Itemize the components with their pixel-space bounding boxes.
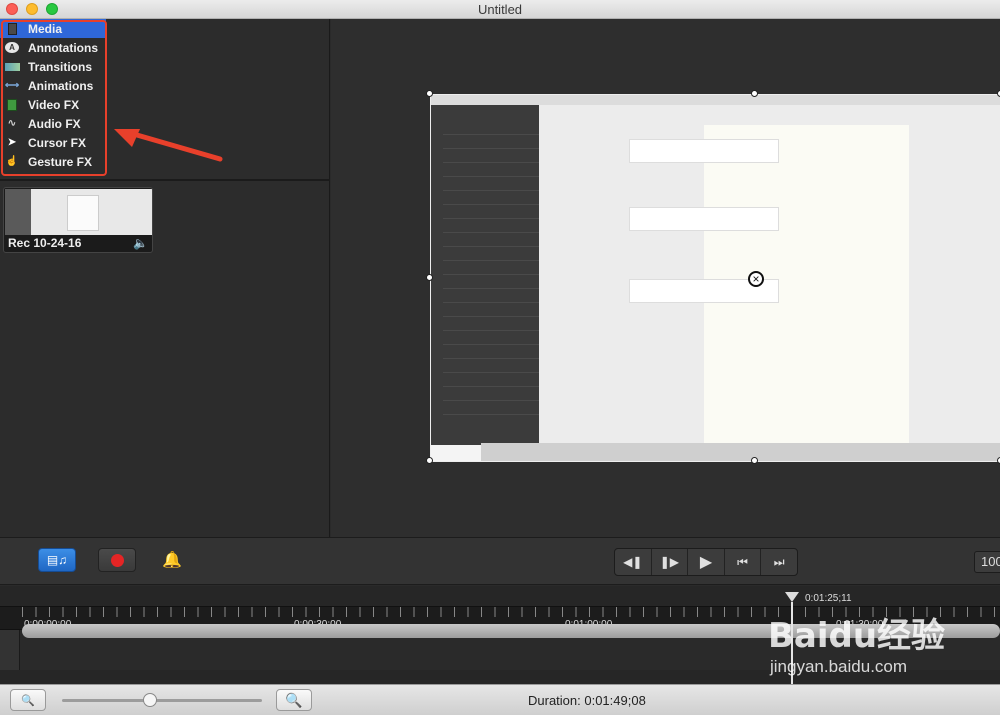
video-fx-icon — [4, 98, 20, 112]
clip-label: Rec 10-24-16 — [8, 236, 82, 250]
library-item-animations[interactable]: ⟷ Animations — [0, 76, 106, 95]
rewind-icon: ⏮ — [737, 554, 748, 569]
timeline-zoom-slider[interactable] — [62, 699, 262, 702]
library-item-media[interactable]: Media — [0, 19, 106, 38]
library-item-annotations[interactable]: A Annotations — [0, 38, 106, 57]
library-item-label: Audio FX — [28, 116, 81, 131]
library-item-audio-fx[interactable]: ∿ Audio FX — [0, 114, 106, 133]
media-library-icon: ▤♫ — [46, 553, 68, 567]
window-title: Untitled — [477, 2, 523, 17]
gesture-fx-icon: ☝ — [5, 156, 19, 167]
duration-label: Duration: 0:01:49;08 — [528, 693, 646, 708]
bottom-bar: 🔍 🔍 Duration: 0:01:49;08 — [0, 684, 1000, 715]
rotation-handle-icon[interactable]: × — [748, 271, 764, 287]
step-back-icon: ◀❚ — [623, 555, 643, 569]
cursor-fx-icon: ➤ — [7, 137, 17, 148]
resize-handle[interactable] — [751, 90, 758, 97]
step-back-button[interactable]: ◀❚ — [615, 549, 652, 575]
library-item-label: Annotations — [28, 40, 98, 55]
animations-icon: ⟷ — [4, 80, 20, 91]
library-item-label: Gesture FX — [28, 154, 93, 169]
title-bar: Untitled — [0, 0, 1000, 19]
canvas-area[interactable]: × — [331, 19, 1000, 537]
timeline[interactable]: 0:00:00;00 0:00:30;00 0:01:00;00 0:01:30… — [0, 586, 1000, 684]
zoom-slider-knob[interactable] — [143, 693, 157, 707]
library-item-label: Cursor FX — [28, 135, 87, 150]
timeline-clip[interactable] — [22, 624, 1000, 638]
resize-handle[interactable] — [426, 274, 433, 281]
media-icon — [4, 22, 20, 36]
resize-handle[interactable] — [426, 90, 433, 97]
rewind-button[interactable]: ⏮ — [725, 549, 762, 575]
resize-handle[interactable] — [751, 457, 758, 464]
speaker-icon: 🔈 — [133, 236, 148, 250]
library-item-label: Media — [28, 21, 63, 36]
fast-forward-button[interactable]: ⏭ — [761, 549, 797, 575]
media-clip[interactable]: Rec 10-24-16 🔈 — [3, 187, 153, 253]
track-header[interactable] — [0, 630, 20, 670]
playhead-time: 0:01:25;11 — [805, 593, 852, 604]
library-item-cursor-fx[interactable]: ➤ Cursor FX — [0, 133, 106, 152]
library-item-label: Animations — [28, 78, 94, 93]
clip-thumbnail — [5, 189, 152, 235]
annotations-icon: A — [4, 41, 20, 55]
library-item-gesture-fx[interactable]: ☝ Gesture FX — [0, 152, 106, 171]
library-item-label: Video FX — [28, 97, 80, 112]
play-button[interactable]: ▶ — [688, 549, 725, 575]
record-icon — [110, 553, 124, 567]
media-library-button[interactable]: ▤♫ — [38, 548, 76, 572]
fast-forward-icon: ⏭ — [773, 554, 785, 569]
library-item-video-fx[interactable]: Video FX — [0, 95, 106, 114]
dock — [481, 443, 1000, 461]
canvas-zoom-field[interactable]: 100 — [974, 551, 1000, 573]
resize-handle[interactable] — [426, 457, 433, 464]
step-forward-button[interactable]: ❚▶ — [652, 549, 689, 575]
bell-icon: 🔔 — [162, 552, 182, 569]
library-menu: Media A Annotations Transitions ⟷ Animat… — [0, 19, 106, 175]
play-icon: ▶ — [699, 554, 713, 571]
transport-toolbar: ▤♫ 🔔 ◀❚ ❚▶ ▶ ⏮ ⏭ 100 — [0, 537, 1000, 585]
zoom-out-icon: 🔍 — [21, 694, 35, 707]
audio-fx-icon: ∿ — [7, 118, 17, 129]
zoom-in-icon: 🔍 — [285, 691, 303, 708]
playhead-handle[interactable] — [785, 592, 799, 602]
record-button[interactable] — [98, 548, 136, 572]
zoom-in-button[interactable]: 🔍 — [276, 689, 312, 711]
annotation-arrow — [114, 129, 223, 162]
library-pane: Media A Annotations Transitions ⟷ Animat… — [0, 19, 330, 537]
notifications-button[interactable]: 🔔 — [160, 548, 184, 572]
playhead-line — [791, 602, 793, 684]
library-item-label: Transitions — [28, 59, 93, 74]
step-forward-icon: ❚▶ — [659, 555, 680, 569]
video-preview[interactable] — [431, 95, 1000, 461]
library-item-transitions[interactable]: Transitions — [0, 57, 106, 76]
zoom-out-button[interactable]: 🔍 — [10, 689, 46, 711]
transitions-icon — [4, 60, 20, 74]
playback-controls: ◀❚ ❚▶ ▶ ⏮ ⏭ — [614, 548, 798, 576]
